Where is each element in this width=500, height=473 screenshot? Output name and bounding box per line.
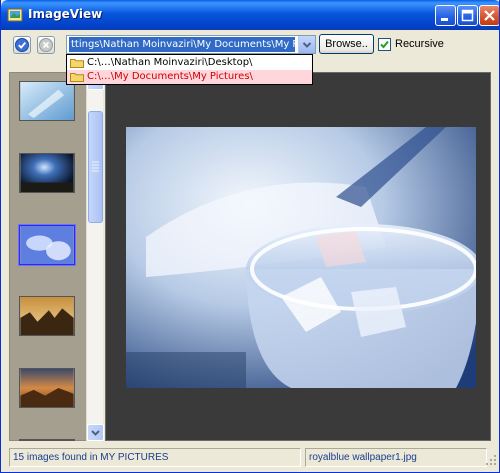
browse-button[interactable]: Browse.. bbox=[319, 34, 374, 54]
status-bar: 15 images found in MY PICTURES royalblue… bbox=[1, 446, 499, 468]
recursive-label[interactable]: Recursive bbox=[395, 38, 444, 50]
maximize-button[interactable] bbox=[457, 5, 478, 26]
thumbnail-scrollbar[interactable] bbox=[86, 73, 104, 441]
scroll-thumb[interactable] bbox=[88, 111, 103, 223]
checkbox-check-icon bbox=[380, 40, 389, 49]
combo-dropdown-button[interactable] bbox=[298, 36, 315, 53]
cancel-icon bbox=[39, 38, 53, 52]
dropdown-item-my-pictures[interactable]: C:\…\My Documents\My Pictures\ bbox=[67, 70, 312, 84]
maximize-icon bbox=[461, 9, 474, 22]
chevron-down-icon bbox=[91, 430, 100, 436]
path-input[interactable]: ttings\Nathan Moinvaziri\My Documents\My… bbox=[69, 37, 295, 52]
path-combobox[interactable]: ttings\Nathan Moinvaziri\My Documents\My… bbox=[66, 35, 316, 54]
close-button[interactable] bbox=[479, 5, 499, 26]
dropdown-item-label: C:\…\My Documents\My Pictures\ bbox=[87, 71, 253, 82]
dropdown-item-desktop[interactable]: C:\…\Nathan Moinvaziri\Desktop\ bbox=[67, 56, 312, 70]
dropdown-item-label: C:\…\Nathan Moinvaziri\Desktop\ bbox=[87, 57, 253, 68]
thumb-partial bbox=[19, 439, 75, 441]
checkmark-icon bbox=[15, 38, 29, 52]
status-image-count: 15 images found in MY PICTURES bbox=[9, 448, 301, 467]
status-file-name: royalblue wallpaper1.jpg bbox=[305, 448, 487, 467]
cancel-button[interactable] bbox=[37, 36, 55, 54]
ok-button[interactable] bbox=[13, 36, 31, 54]
thumb-desert-sunset[interactable] bbox=[19, 368, 75, 408]
thumb-sunset-rocks[interactable] bbox=[19, 296, 75, 336]
scroll-down-button[interactable] bbox=[87, 424, 104, 441]
title-bar[interactable]: ImageView bbox=[1, 0, 499, 30]
minimize-icon bbox=[441, 18, 448, 21]
folder-icon bbox=[70, 73, 84, 82]
preview-photo bbox=[126, 127, 476, 388]
image-preview bbox=[105, 72, 491, 441]
grip-icon bbox=[92, 161, 99, 172]
thumb-royalblue-glass[interactable] bbox=[18, 224, 76, 266]
path-dropdown-list: C:\…\Nathan Moinvaziri\Desktop\ C:\…\My … bbox=[66, 54, 313, 85]
resize-grip-icon[interactable] bbox=[485, 454, 497, 466]
imageview-window: ImageView ttings\Nathan Moinvaziri\My Do… bbox=[0, 0, 500, 473]
window-title: ImageView bbox=[28, 7, 103, 21]
chevron-down-icon bbox=[302, 42, 312, 48]
image-app-icon bbox=[7, 8, 23, 22]
folder-icon bbox=[70, 59, 84, 68]
thumb-night-glow[interactable] bbox=[19, 153, 75, 193]
thumb-blue-abstract[interactable] bbox=[19, 81, 75, 121]
minimize-button[interactable] bbox=[435, 5, 456, 26]
recursive-checkbox[interactable] bbox=[378, 38, 391, 51]
close-icon bbox=[484, 10, 495, 21]
